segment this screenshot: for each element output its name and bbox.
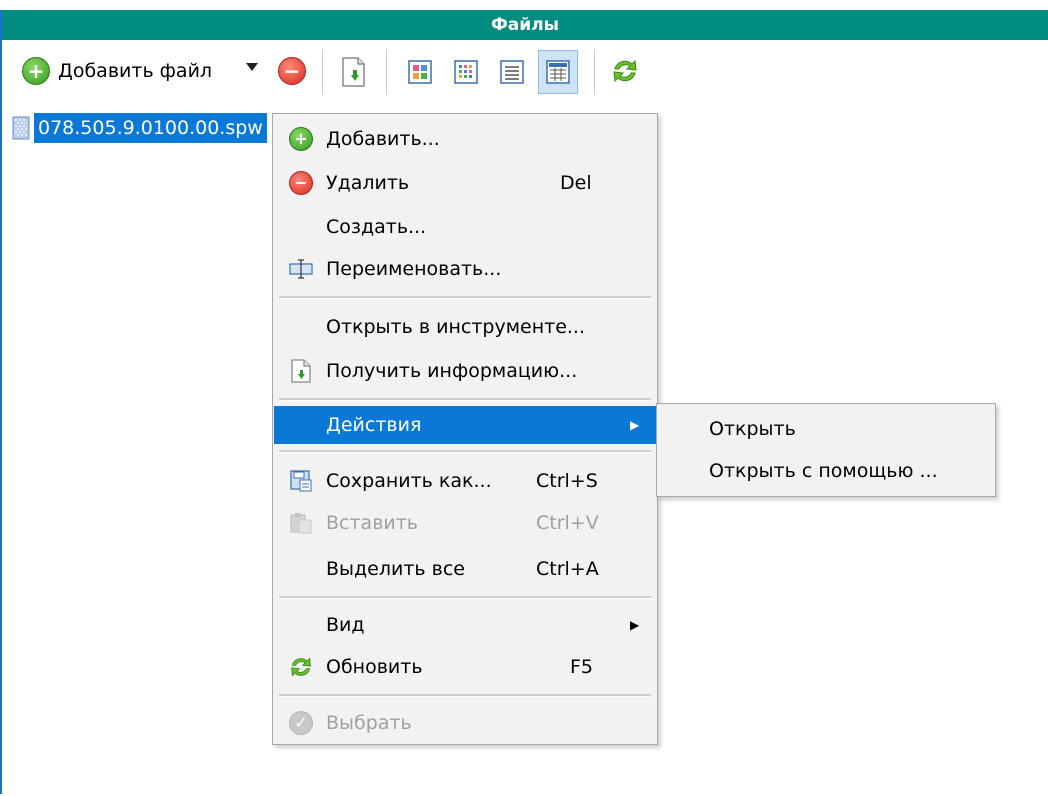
menu-item-label: Выделить все bbox=[326, 558, 465, 580]
menu-item-label: Открыть в инструменте... bbox=[326, 316, 586, 338]
submenu-item-open[interactable]: Открыть bbox=[709, 418, 796, 440]
add-file-dropdown-button[interactable] bbox=[245, 62, 259, 72]
menu-item-label: Получить информацию... bbox=[326, 360, 578, 382]
context-menu: + Добавить... − Удалить Del Создать... П… bbox=[272, 113, 658, 745]
view-list-icon bbox=[500, 60, 524, 84]
menu-item-shortcut: Ctrl+V bbox=[536, 512, 599, 534]
menu-item-paste[interactable]: Вставить Ctrl+V bbox=[274, 504, 656, 542]
view-icons-icon bbox=[408, 60, 432, 84]
menu-item-delete[interactable]: − Удалить Del bbox=[274, 164, 656, 202]
menu-item-label: Переименовать... bbox=[326, 258, 502, 280]
view-details-button[interactable] bbox=[538, 50, 578, 94]
remove-file-button[interactable]: − bbox=[278, 57, 306, 85]
menu-item-actions[interactable]: Действия ▶ bbox=[274, 406, 656, 444]
rename-icon bbox=[289, 259, 313, 279]
select-icon: ✓ bbox=[289, 711, 313, 735]
panel-title: Файлы bbox=[490, 15, 560, 35]
add-icon: + bbox=[289, 127, 313, 151]
menu-item-add[interactable]: + Добавить... bbox=[274, 120, 656, 158]
remove-icon: − bbox=[289, 171, 313, 195]
menu-item-rename[interactable]: Переименовать... bbox=[274, 250, 656, 288]
menu-item-shortcut: F5 bbox=[570, 656, 594, 678]
menu-item-shortcut: Ctrl+A bbox=[536, 558, 599, 580]
save-as-icon bbox=[290, 470, 312, 492]
view-icons-button[interactable] bbox=[400, 50, 440, 94]
add-icon: + bbox=[22, 57, 50, 85]
menu-item-label: Вид bbox=[326, 614, 365, 636]
menu-separator bbox=[279, 694, 651, 697]
top-margin bbox=[0, 0, 1048, 10]
refresh-icon bbox=[291, 657, 311, 677]
menu-item-save-as[interactable]: Сохранить как... Ctrl+S bbox=[274, 462, 656, 500]
file-name: 078.505.9.0100.00.spw bbox=[34, 113, 267, 143]
toolbar-separator bbox=[386, 50, 387, 94]
panel-title-bar: Файлы bbox=[2, 10, 1048, 40]
list-item[interactable]: 078.505.9.0100.00.spw bbox=[12, 113, 267, 143]
view-details-icon bbox=[546, 60, 570, 84]
menu-item-get-info[interactable]: Получить информацию... bbox=[274, 352, 656, 390]
paste-icon bbox=[290, 513, 312, 534]
actions-submenu: Открыть Открыть с помощью ... bbox=[656, 403, 996, 497]
menu-item-label: Добавить... bbox=[326, 128, 440, 150]
remove-icon: − bbox=[278, 57, 306, 85]
menu-item-create[interactable]: Создать... bbox=[274, 208, 656, 246]
submenu-arrow-icon: ▶ bbox=[630, 418, 640, 432]
menu-item-label: Выбрать bbox=[326, 712, 412, 734]
menu-item-view[interactable]: Вид ▶ bbox=[274, 606, 656, 644]
menu-item-shortcut: Del bbox=[560, 172, 592, 194]
refresh-icon bbox=[613, 59, 637, 83]
menu-separator bbox=[279, 450, 651, 453]
dropdown-arrow-icon bbox=[246, 63, 258, 71]
toolbar-separator bbox=[322, 50, 323, 94]
toolbar-separator bbox=[594, 50, 595, 94]
menu-item-select-all[interactable]: Выделить все Ctrl+A bbox=[274, 550, 656, 588]
menu-item-open-in-tool[interactable]: Открыть в инструменте... bbox=[274, 308, 656, 346]
add-file-label: Добавить файл bbox=[58, 60, 213, 82]
get-info-button[interactable] bbox=[340, 56, 368, 88]
menu-item-refresh[interactable]: Обновить F5 bbox=[274, 648, 656, 686]
add-file-button[interactable]: + Добавить файл bbox=[22, 57, 212, 85]
menu-item-label: Удалить bbox=[326, 172, 410, 194]
menu-item-label: Обновить bbox=[326, 656, 423, 678]
submenu-item-open-with[interactable]: Открыть с помощью ... bbox=[709, 460, 938, 482]
menu-item-label: Сохранить как... bbox=[326, 470, 492, 492]
view-small-icons-button[interactable] bbox=[446, 50, 486, 94]
submenu-arrow-icon: ▶ bbox=[630, 618, 640, 632]
menu-item-label: Вставить bbox=[326, 512, 419, 534]
view-small-icons-icon bbox=[454, 60, 478, 84]
menu-item-label: Действия bbox=[326, 414, 422, 436]
menu-separator bbox=[279, 398, 651, 401]
menu-separator bbox=[279, 596, 651, 599]
file-icon bbox=[12, 116, 30, 140]
view-list-button[interactable] bbox=[492, 50, 532, 94]
menu-separator bbox=[279, 296, 651, 299]
get-info-icon bbox=[291, 359, 311, 383]
get-info-icon bbox=[342, 57, 365, 87]
menu-item-select[interactable]: ✓ Выбрать bbox=[274, 704, 656, 742]
menu-item-shortcut: Ctrl+S bbox=[536, 470, 598, 492]
menu-item-label: Создать... bbox=[326, 216, 427, 238]
refresh-button[interactable] bbox=[610, 57, 640, 85]
